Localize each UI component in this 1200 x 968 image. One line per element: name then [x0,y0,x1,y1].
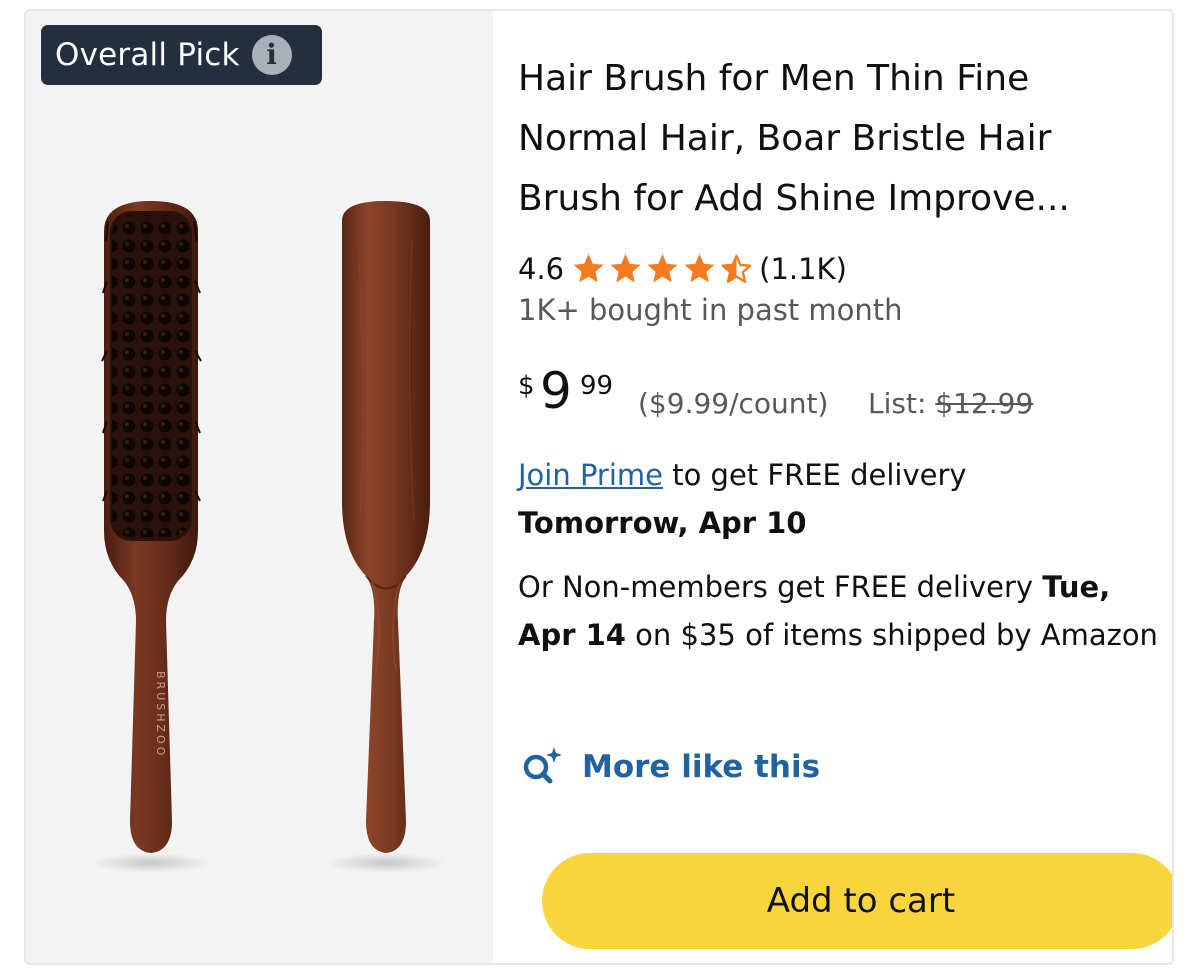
overall-pick-badge: Overall Pick i [41,25,322,85]
star-full-icon [684,254,715,283]
star-full-icon [610,254,641,283]
list-price-label: List: $12.99 [868,387,1033,420]
rating-row[interactable]: 4.6 (1.1K) [518,247,847,291]
badge-label: Overall Pick [55,37,240,73]
price-whole: 9 [540,362,572,420]
star-full-icon [573,254,604,283]
star-rating[interactable] [570,251,755,287]
more-like-this-label: More like this [582,749,821,785]
sparkle-search-icon [523,747,562,784]
nonmember-prefix: Or Non-members get FREE delivery [518,570,1043,604]
price-fraction: 99 [580,371,614,401]
nonmember-suffix: on $35 of items shipped by Amazon [625,618,1158,652]
brush-front: BRUSHZOO [101,201,202,853]
nonmember-delivery: Or Non-members get FREE delivery Tue, Ap… [518,563,1158,659]
list-price: $12.99 [935,387,1034,420]
list-label-text: List: [868,387,927,420]
price-symbol: $ [518,371,535,401]
rating-value: 4.6 [518,252,565,286]
info-icon[interactable]: i [251,35,292,75]
prime-delivery: Join Prime to get FREE delivery Tomorrow… [518,451,1158,547]
add-to-cart-button[interactable]: Add to cart [542,853,1172,949]
product-image-panel[interactable]: Overall Pick i BRUSHZOO [26,11,493,963]
product-info-panel: Hair Brush for Men Thin Fine Normal Hair… [518,11,1168,963]
product-card[interactable]: Overall Pick i BRUSHZOO Hair Brush for M… [24,9,1174,965]
prime-delivery-text: to get FREE delivery [663,458,967,492]
product-image[interactable]: BRUSHZOO [66,201,466,881]
rating-count[interactable]: (1.1K) [759,252,847,286]
brush-back [342,201,430,853]
bought-in-past-month: 1K+ bought in past month [518,293,903,327]
prime-delivery-date: Tomorrow, Apr 10 [518,506,807,540]
star-half-icon [721,254,752,283]
star-full-icon [647,254,678,283]
more-like-this-button[interactable]: More like this [518,739,820,795]
join-prime-link[interactable]: Join Prime [518,458,663,492]
svg-text:BRUSHZOO: BRUSHZOO [154,671,167,758]
product-title[interactable]: Hair Brush for Men Thin Fine Normal Hair… [518,49,1138,229]
unit-price: ($9.99/count) [638,387,829,420]
